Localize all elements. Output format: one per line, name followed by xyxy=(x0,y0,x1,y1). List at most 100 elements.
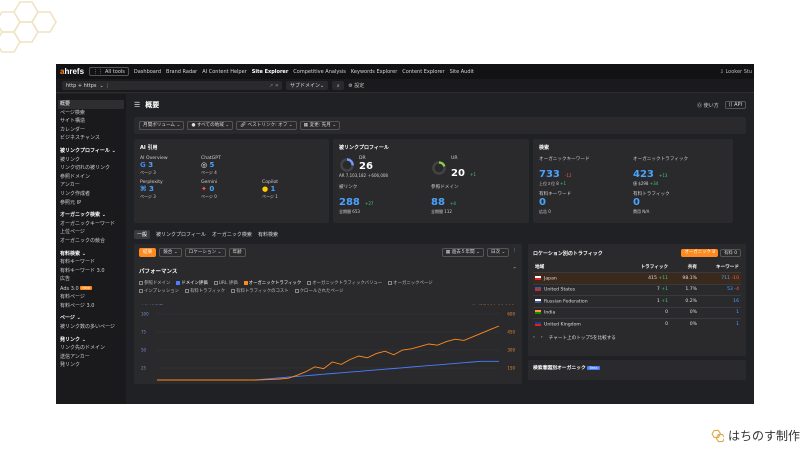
external-link-icon[interactable]: ↗ ✕ xyxy=(269,83,282,89)
ai-source-metric[interactable]: Gemini ✦ 0 ページ 0 xyxy=(201,180,262,200)
paid-toggle[interactable]: 有料 0 xyxy=(720,249,741,257)
table-row[interactable]: Russian Federation 1 +1 0.2% 16 xyxy=(533,295,741,307)
ai-source-metric[interactable]: Perplexity ⌘ 3 ページ 3 xyxy=(140,180,201,200)
table-row[interactable]: Japan 415 +11 98.1% 711 -10 xyxy=(533,272,741,284)
perf-location[interactable]: ロケーション ⌄ xyxy=(184,248,226,257)
ai-source-metric[interactable]: Copilot ● 1 ページ 1 xyxy=(262,180,323,200)
ai-source-metric[interactable]: AI Overview G 3 ページ 3 xyxy=(140,156,201,176)
filter-volume[interactable]: 月間ボリューム ⌄ xyxy=(139,121,185,130)
compare-top5-link[interactable]: チャート上のトップ5を比較する xyxy=(549,335,616,341)
sidebar-item[interactable]: 発リンク xyxy=(60,361,122,370)
sidebar-item[interactable]: ビジネスチャンス xyxy=(60,134,122,143)
legend-checkbox[interactable]: オーガニックトラフィック xyxy=(243,280,301,286)
legend-checkbox[interactable]: オーガニックトラフィックバリュー xyxy=(307,280,382,286)
legend-checkbox[interactable]: クロールされたページ xyxy=(294,288,343,294)
sidebar-section-header[interactable]: 発リンク ⌄ xyxy=(60,336,122,345)
nav-site-explorer[interactable]: Site Explorer xyxy=(252,69,289,75)
sidebar-section-header[interactable]: ページ ⌄ xyxy=(60,314,122,323)
all-tools-button[interactable]: ⋮⋮ All tools xyxy=(89,67,129,76)
legend-checkbox[interactable]: 有料トラフィックのコスト xyxy=(231,288,289,294)
organic-keywords-metric[interactable]: オーガニックキーワード 733 -12 上位３位 8 +1 xyxy=(539,156,633,187)
sidebar-item[interactable]: Ads 3.0 New xyxy=(60,284,122,293)
more-icon[interactable]: ⋮ xyxy=(512,248,517,257)
sidebar-section-header[interactable]: 被リンクプロフィール ⌄ xyxy=(60,147,122,156)
sidebar-item[interactable]: リンク先のドメイン xyxy=(60,344,122,353)
nav-competitive-analysis[interactable]: Competitive Analysis xyxy=(293,69,346,75)
sidebar-item[interactable]: 被リンク xyxy=(60,156,122,165)
sidebar-item[interactable]: オーガニックの競合 xyxy=(60,237,122,246)
date-range-select[interactable]: ▦ 過去５年間 ⌄ xyxy=(441,248,484,257)
perf-results-toggle[interactable]: 結果 xyxy=(139,248,157,257)
nav-dashboard[interactable]: Dashboard xyxy=(134,69,161,75)
filter-change[interactable]: ▦ 変更: 先月 ⌄ xyxy=(299,121,341,130)
sidebar-item[interactable]: 被リンク数の多いページ xyxy=(60,323,122,332)
protocol-select[interactable]: http + https xyxy=(66,83,97,89)
ur-metric[interactable]: UR 20 +1 xyxy=(431,156,523,180)
sidebar-item[interactable]: アンカー xyxy=(60,181,122,190)
sidebar-item[interactable]: リンク作成者 xyxy=(60,190,122,199)
sidebar-item[interactable]: 上位ページ xyxy=(60,228,122,237)
nav-content-explorer[interactable]: Content Explorer xyxy=(402,69,444,75)
search-button[interactable]: ⌕ xyxy=(332,81,345,90)
filter-region[interactable]: ● すべての地域 ⌄ xyxy=(187,121,234,130)
sidebar-item[interactable]: 有料キーワード 3.0 xyxy=(60,267,122,276)
table-row[interactable]: United States 7 +1 1.7% 53 -4 xyxy=(533,283,741,296)
col-traffic[interactable]: トラフィック xyxy=(621,262,670,273)
target-url-input[interactable]: http + https ⌄ | ↗ ✕ xyxy=(62,81,282,90)
keywords-value[interactable]: 53 xyxy=(727,287,733,292)
sidebar-item[interactable]: 有料ページ 3.0 xyxy=(60,302,122,311)
api-button[interactable]: ⟨⟩ API xyxy=(724,101,746,109)
sidebar-item[interactable]: 送信アンカー xyxy=(60,353,122,362)
perf-competitors[interactable]: 競合 ⌄ xyxy=(159,248,182,257)
sidebar-item[interactable]: サイト構造 xyxy=(60,117,122,126)
perf-age[interactable]: 年齢 xyxy=(228,248,246,257)
keywords-value[interactable]: 16 xyxy=(733,299,739,304)
menu-icon[interactable]: ☰ xyxy=(134,101,140,109)
organic-traffic-metric[interactable]: オーガニックトラフィック 423 +13 値 $298 +34 xyxy=(633,156,727,187)
tab-organic-search[interactable]: オーガニック検索 xyxy=(212,231,252,238)
tab-paid-search[interactable]: 有料検索 xyxy=(258,231,278,238)
sidebar-item[interactable]: 参照元 IP xyxy=(60,199,122,208)
mode-select[interactable]: サブドメイン ⌄ xyxy=(286,81,329,90)
tab-general[interactable]: 一般 xyxy=(134,229,151,239)
sidebar-section-header[interactable]: オーガニック検索 ⌄ xyxy=(60,211,122,220)
col-keywords[interactable]: キーワード xyxy=(699,262,741,273)
legend-checkbox[interactable]: オーガニックページ xyxy=(388,280,433,286)
interval-select[interactable]: 日次 ⌄ xyxy=(486,248,510,257)
nav-ai-content-helper[interactable]: AI Content Helper xyxy=(202,69,247,75)
sidebar-item[interactable]: 概要 xyxy=(58,100,124,109)
sidebar-item[interactable]: オーガニックキーワード xyxy=(60,220,122,229)
nav-site-audit[interactable]: Site Audit xyxy=(450,69,474,75)
sidebar-item[interactable]: ページ検索 xyxy=(60,109,122,118)
nav-keywords-explorer[interactable]: Keywords Explorer xyxy=(351,69,397,75)
dr-metric[interactable]: DR 26 AR 7,103,182 ＋606,008 xyxy=(339,156,431,180)
prev-icon[interactable]: ‹ xyxy=(533,335,535,341)
sidebar-item[interactable]: 有料ページ xyxy=(60,293,122,302)
next-icon[interactable]: › xyxy=(541,335,543,341)
paid-keywords-metric[interactable]: 有料キーワード 0 広告 0 xyxy=(539,191,633,215)
legend-checkbox[interactable]: ドメイン評価 xyxy=(176,280,208,286)
col-share[interactable]: 共有 xyxy=(670,262,699,273)
sidebar-item[interactable]: 有料キーワード xyxy=(60,258,122,267)
legend-checkbox[interactable]: 有料トラフィック xyxy=(185,288,225,294)
keywords-value[interactable]: 1 xyxy=(736,310,739,315)
legend-checkbox[interactable]: URL 評価 xyxy=(213,280,238,286)
table-row[interactable]: India 0 0% 1 xyxy=(533,306,741,319)
col-region[interactable]: 地域 xyxy=(533,262,621,273)
ai-source-metric[interactable]: ChatGPT ◎ 5 ページ 4 xyxy=(201,156,262,176)
table-row[interactable]: United Kingdom 0 0% 1 xyxy=(533,318,741,330)
sidebar-item[interactable]: カレンダー xyxy=(60,126,122,135)
keywords-value[interactable]: 1 xyxy=(736,322,739,327)
sidebar-section-header[interactable]: 有料検索 ⌄ xyxy=(60,250,122,259)
filter-best-links[interactable]: 🔗︎ ベストリンク: オフ ⌄ xyxy=(236,121,297,130)
nav-looker-studio[interactable]: ⇩ Looker Stu xyxy=(720,69,752,75)
legend-checkbox[interactable]: 参照ドメイン xyxy=(139,280,170,286)
sidebar-item[interactable]: リンク切れの被リンク xyxy=(60,164,122,173)
organic-toggle[interactable]: オーガニック 8 xyxy=(681,249,718,257)
ahrefs-logo[interactable]: ahrefs xyxy=(60,67,84,76)
tab-backlink-profile[interactable]: 被リンクプロフィール xyxy=(156,231,206,238)
help-link[interactable]: ⓪ 使い方 xyxy=(697,102,719,109)
nav-brand-radar[interactable]: Brand Radar xyxy=(166,69,197,75)
backlinks-metric[interactable]: 被リンク 288 +27 全期間 653 xyxy=(339,184,431,215)
sidebar-item[interactable]: 参照ドメイン xyxy=(60,173,122,182)
